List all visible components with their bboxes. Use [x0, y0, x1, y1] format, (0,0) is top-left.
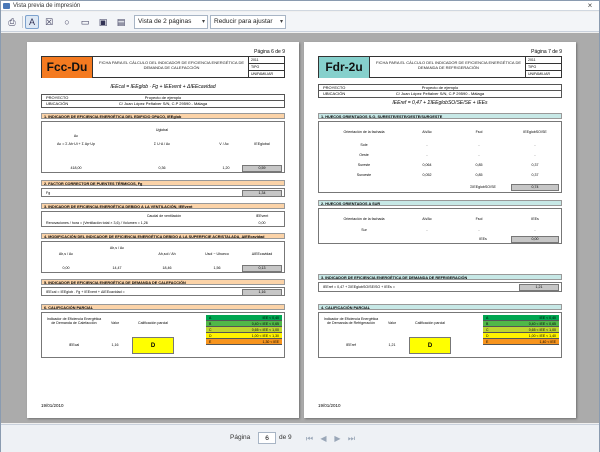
table-cell: -	[426, 153, 428, 157]
section-1-table: Ac Ac = Σ Ah·Ui + Σ Ap·Up Uglobal Σ U·A …	[41, 121, 285, 173]
card-meta: 2011 TIPO UNIFAMILIAR	[248, 57, 284, 78]
table-cell: Suroeste	[356, 173, 372, 177]
rating-grade: E	[486, 340, 489, 344]
section-3-table: Caudal de ventilación Renovaciones / hor…	[41, 211, 285, 227]
section-heading: 3. INDICADOR DE EFICIENCIA ENERGÉTICA DE…	[318, 274, 562, 280]
partial-grade: D	[409, 337, 451, 354]
page-navigation-bar: Página de 9 ⏮ ◀ ▶ ⏭	[1, 424, 599, 452]
section-6-table: Indicador de Eficiencia Energética de De…	[41, 312, 285, 358]
title-bar: Vista previa de impresión ×	[1, 1, 599, 11]
card-code: Fdr-2u	[319, 57, 369, 78]
chevron-down-icon: ▾	[279, 19, 283, 25]
table-cell: 0,37	[531, 173, 539, 177]
preview-page-7: Página 7 de 9 Fdr-2u FICHA PARA EL CÁLCU…	[304, 42, 576, 418]
main-formula: IEEcal = IEEglob ∙ Fg + IEEvent + ΔIEEca…	[110, 84, 216, 90]
next-page-icon[interactable]: ▶	[332, 433, 343, 444]
zoom-icon[interactable]: A	[25, 15, 39, 29]
table-cell: -	[478, 143, 480, 147]
section-heading: 4. CALIFICACIÓN PARCIAL	[318, 304, 562, 310]
rating-scale-row: E 1,30 < IEE	[206, 339, 282, 345]
print-date: 19/01/2010	[41, 403, 64, 408]
table-cell: -	[426, 143, 428, 147]
section-heading: 2. HUECOS ORIENTADOS A SUR	[318, 200, 562, 206]
rating-scale-row: E 1,40 < IEE	[483, 339, 559, 345]
section-2-table: Fg 1,34	[41, 188, 285, 197]
card-code: Fcc-Du	[42, 57, 92, 78]
section-4-table: Indicador de Eficiencia Energética de De…	[318, 312, 562, 358]
table-cell: -	[534, 153, 536, 157]
section-heading: 6. CALIFICACIÓN PARCIAL	[41, 304, 285, 310]
section-heading: 2. FACTOR CORRECTOR DE PUENTES TÉRMICOS,…	[41, 180, 285, 186]
last-page-icon[interactable]: ⏭	[346, 433, 357, 444]
previous-page-icon[interactable]: ◀	[318, 433, 329, 444]
circle-icon[interactable]: ○	[60, 15, 74, 29]
section-heading: 5. INDICADOR DE EFICIENCIA ENERGÉTICA DE…	[41, 279, 285, 285]
fit-mode-select[interactable]: Reducir para ajustar ▾	[210, 15, 286, 29]
table-cell: Sole	[360, 143, 368, 147]
main-formula: IEEref = 0,47 + ΣIEEglobSO/SE/SE + IEEs	[392, 100, 488, 106]
toolbar: ⎙ A ☒ ○ ▭ ▣ ▤ Vista de 2 páginas ▾ Reduc…	[1, 12, 599, 32]
toolbar-separator	[22, 16, 23, 28]
table-cell: 0,052	[422, 173, 432, 177]
print-date: 19/01/2010	[318, 403, 341, 408]
close-icon[interactable]: ×	[584, 2, 596, 10]
section-2-table: Orientación de la fachada Ah/Ac Fsol IEE…	[318, 208, 562, 244]
chevron-down-icon: ▾	[201, 19, 205, 25]
page-setup-icon[interactable]: ▤	[114, 15, 128, 29]
page-number: Página 7 de 9	[531, 49, 562, 55]
section-4-table: Ah,s / Ac Ah,s / Ac Ah,sol / Ah Usol − U…	[41, 241, 285, 273]
partial-grade: D	[132, 337, 174, 354]
two-page-icon[interactable]: ▣	[96, 15, 110, 29]
table-cell: Oeste	[359, 153, 369, 157]
rating-range: 1,40 < IEE	[539, 340, 556, 344]
section-heading: 4. MODIFICACIÓN DEL INDICADOR DE EFICIEN…	[41, 233, 285, 239]
table-cell: -	[534, 143, 536, 147]
page-count-label: de 9	[279, 434, 292, 441]
rating-scale: A IEE < 0,40 B 0,40 < IEE < 0,65 C 0,65 < IEE…	[483, 315, 559, 345]
table-cell: 0,064	[422, 163, 432, 167]
section-heading: 3. INDICADOR DE EFICIENCIA ENERGÉTICA DE…	[41, 203, 285, 209]
card-meta: 2011 TIPO UNIFAMILIAR	[525, 57, 561, 78]
card-header: Fdr-2u FICHA PARA EL CÁLCULO DEL INDICAD…	[318, 56, 562, 78]
section-3-table: IEEref = 0,47 + ΣIEEglobSO/SE/SO + IEEs …	[318, 282, 562, 292]
print-preview-window: Vista previa de impresión × ⎙ A ☒ ○ ▭ ▣ …	[0, 0, 600, 452]
rating-grade: E	[209, 340, 212, 344]
card-title: FICHA PARA EL CÁLCULO DEL INDICADOR DE E…	[92, 57, 250, 78]
print-icon[interactable]: ⎙	[5, 15, 19, 29]
table-cell: 0,37	[531, 163, 539, 167]
page-number-input[interactable]	[258, 432, 276, 444]
table-cell: Sureste	[357, 163, 371, 167]
first-page-icon[interactable]: ⏮	[304, 433, 315, 444]
rating-scale: A IEE < 0,40 B 0,40 < IEE < 0,65 C 0,65 < IEE…	[206, 315, 282, 345]
text-zoom-icon[interactable]: ☒	[42, 15, 56, 29]
project-info: PROYECTO Proyecto de ejemplo UBICACIÓN C/ …	[41, 94, 285, 108]
app-icon	[3, 3, 10, 9]
page-label: Página	[230, 434, 251, 441]
section-1-table: Orientación de la fachada Ah/Ac Fsol IEE…	[318, 121, 562, 193]
section-5-table: IEEcal = IEEglob ∙ Fg + IEEvent + ΔIEEca…	[41, 287, 285, 296]
page-number: Página 6 de 9	[254, 49, 285, 55]
rating-range: 1,30 < IEE	[262, 340, 279, 344]
card-title: FICHA PARA EL CÁLCULO DEL INDICADOR DE E…	[369, 57, 527, 78]
preview-page-6: Página 6 de 9 Fcc-Du FICHA PARA EL CÁLCU…	[27, 42, 299, 418]
card-header: Fcc-Du FICHA PARA EL CÁLCULO DEL INDICAD…	[41, 56, 285, 78]
section-heading: 1. HUECOS ORIENTADOS S-O, SURESTE/ESTE/O…	[318, 113, 562, 119]
table-cell: 0,85	[475, 163, 483, 167]
table-cell: -	[478, 153, 480, 157]
table-cell: 0,85	[475, 173, 483, 177]
window-title: Vista previa de impresión	[13, 3, 81, 9]
one-page-icon[interactable]: ▭	[78, 15, 92, 29]
view-mode-select[interactable]: Vista de 2 páginas ▾	[134, 15, 208, 29]
project-info: PROYECTO Proyecto de ejemplo UBICACIÓN C/ …	[318, 84, 562, 98]
section-heading: 1. INDICADOR DE EFICIENCIA ENERGÉTICA DE…	[41, 113, 285, 119]
preview-area[interactable]: Página 6 de 9 Fcc-Du FICHA PARA EL CÁLCU…	[1, 33, 599, 423]
